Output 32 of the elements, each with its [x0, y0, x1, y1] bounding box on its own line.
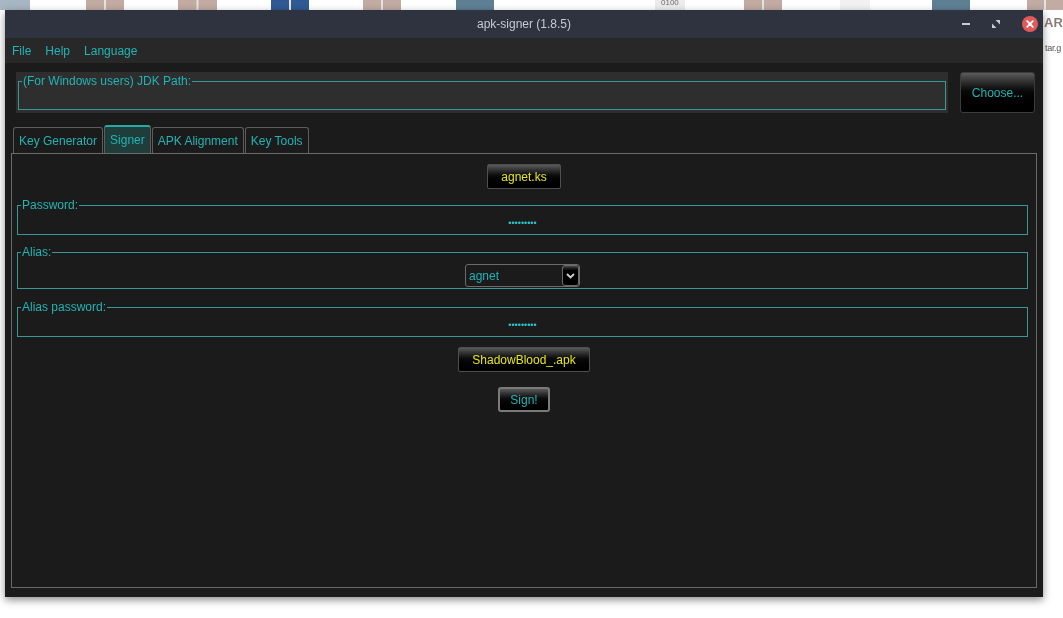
- jdk-path-label: (For Windows users) JDK Path:: [22, 75, 193, 88]
- apk-file-button[interactable]: ShadowBlood_.apk: [458, 347, 590, 372]
- dropdown-button[interactable]: [562, 265, 579, 286]
- tab[interactable]: Signer: [104, 125, 151, 153]
- alias-password-field[interactable]: Alias password: •••••••••: [17, 301, 1028, 337]
- file-name-label: tar.g: [1045, 44, 1061, 53]
- restore-icon: [992, 20, 1000, 28]
- menu-item[interactable]: Language: [79, 44, 143, 57]
- jdk-path-field[interactable]: (For Windows users) JDK Path:: [18, 75, 946, 110]
- password-field[interactable]: Password: •••••••••: [17, 199, 1028, 235]
- password-value: •••••••••: [508, 218, 537, 228]
- minimize-icon: [962, 23, 970, 25]
- close-button[interactable]: [1022, 16, 1038, 32]
- alias-password-label: Alias password:: [21, 301, 108, 314]
- sign-button[interactable]: Sign!: [498, 387, 550, 412]
- tab[interactable]: Key Tools: [244, 127, 309, 153]
- menu-item[interactable]: Help: [40, 44, 76, 57]
- alias-combo-box[interactable]: agnet: [465, 264, 580, 287]
- menu-item[interactable]: File: [7, 44, 37, 57]
- tab[interactable]: APK Alignment: [151, 127, 244, 153]
- keystore-button[interactable]: agnet.ks: [487, 164, 561, 189]
- window-title: apk-signer (1.8.5): [476, 16, 571, 33]
- password-label: Password:: [21, 199, 80, 212]
- restore-button[interactable]: [992, 20, 1000, 28]
- chevron-down-icon: [566, 272, 575, 279]
- choose-button[interactable]: Choose...: [960, 72, 1035, 113]
- tab[interactable]: Key Generator: [13, 127, 104, 153]
- file-icon-text: AR: [1044, 16, 1063, 29]
- alias-password-value: •••••••••: [508, 320, 537, 330]
- alias-group[interactable]: Alias: agnet: [17, 246, 1028, 289]
- alias-label: Alias:: [21, 246, 53, 259]
- close-icon: [1022, 16, 1038, 32]
